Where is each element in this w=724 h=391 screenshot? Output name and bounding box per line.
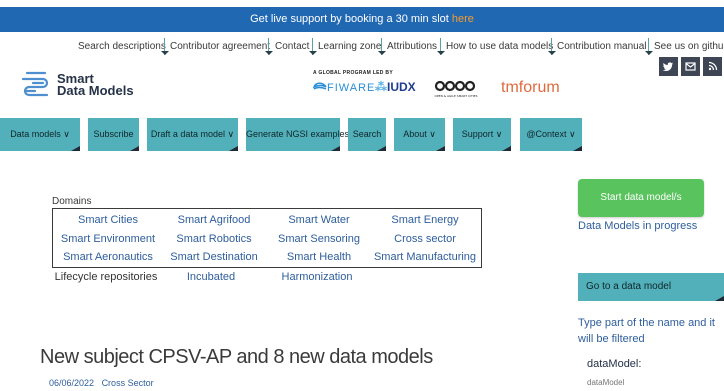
twitter-icon[interactable]	[659, 57, 678, 76]
nav-search[interactable]: Search	[348, 118, 386, 151]
main-nav: Data models ∨ Subscribe Draft a data mod…	[0, 118, 724, 154]
top-link-how-to-use[interactable]: How to use data models	[446, 41, 553, 52]
top-link-contributor-agreement[interactable]: Contributor agreement	[170, 41, 270, 52]
domain-smart-health[interactable]: Smart Health	[287, 251, 351, 263]
domain-smart-energy[interactable]: Smart Energy	[391, 214, 458, 226]
tmforum-logo[interactable]: tmforum	[501, 79, 560, 97]
top-link-search-descriptions[interactable]: Search descriptions	[78, 41, 166, 52]
domains-box: Smart Cities Smart Agrifood Smart Water …	[52, 208, 482, 268]
domain-smart-cities[interactable]: Smart Cities	[78, 214, 138, 226]
post-title[interactable]: New subject CPSV-AP and 8 new data model…	[40, 346, 433, 369]
data-model-field-label: dataModel:	[587, 358, 642, 370]
fiware-swirl-icon	[312, 82, 327, 90]
tmforum-text: tmforum	[501, 79, 560, 96]
domain-lifecycle-repositories[interactable]: Lifecycle repositories	[55, 271, 158, 283]
domain-smart-sensoring[interactable]: Smart Sensoring	[278, 233, 360, 245]
domain-smart-destination[interactable]: Smart Destination	[170, 251, 257, 263]
nav-data-models[interactable]: Data models ∨	[0, 118, 80, 151]
logo-wordmark[interactable]: Smart Data Models	[57, 72, 134, 98]
domain-smart-environment[interactable]: Smart Environment	[61, 233, 155, 245]
nav-support[interactable]: Support ∨	[453, 118, 511, 151]
program-label: A GLOBAL PROGRAM LED BY	[313, 70, 393, 76]
top-link-github[interactable]: See us on github	[654, 41, 724, 52]
oasc-logo[interactable]: OPEN & AGILE SMART CITIES	[434, 79, 478, 99]
domain-smart-manufacturing[interactable]: Smart Manufacturing	[374, 251, 476, 263]
domain-smart-water[interactable]: Smart Water	[288, 214, 349, 226]
smart-data-models-logo-icon[interactable]	[19, 69, 53, 100]
post-category[interactable]: Cross Sector	[102, 378, 154, 388]
domain-smart-agrifood[interactable]: Smart Agrifood	[178, 214, 251, 226]
iudx-dots-icon: ⁂	[375, 80, 387, 94]
domain-incubated[interactable]: Incubated	[187, 271, 235, 283]
top-link-learning-zone[interactable]: Learning zone	[318, 41, 381, 52]
domain-harmonization[interactable]: Harmonization	[282, 271, 353, 283]
iudx-text: IUDX	[387, 80, 416, 94]
go-to-data-model-heading: Go to a data model	[578, 273, 724, 301]
top-link-divider	[548, 38, 556, 55]
fiware-text: FIWARE	[327, 82, 376, 94]
banner-link[interactable]: here	[452, 13, 474, 25]
oasc-text: OPEN & AGILE SMART CITIES	[435, 94, 478, 98]
top-link-divider	[378, 38, 386, 55]
iudx-logo[interactable]: ⁂IUDX	[375, 80, 416, 94]
top-link-contribution-manual[interactable]: Contribution manual	[557, 41, 647, 52]
rss-icon[interactable]	[703, 57, 722, 76]
domain-cross-sector[interactable]: Cross sector	[394, 233, 456, 245]
nav-context[interactable]: @Context ∨	[520, 118, 582, 151]
top-link-contact[interactable]: Contact	[275, 41, 309, 52]
post-meta: 06/06/2022 Cross Sector	[49, 378, 154, 388]
data-model-search-input[interactable]	[587, 375, 707, 389]
post-date: 06/06/2022	[49, 378, 95, 388]
data-models-in-progress-link[interactable]: Data Models in progress	[578, 220, 697, 232]
nav-subscribe[interactable]: Subscribe	[88, 118, 139, 151]
nav-about[interactable]: About ∨	[394, 118, 445, 151]
nav-generate-ngsi-examples[interactable]: Generate NGSI examples ∨	[246, 118, 358, 151]
nav-draft-data-model[interactable]: Draft a data model ∨	[147, 118, 238, 151]
filter-hint: Type part of the name and it will be fil…	[578, 317, 715, 345]
top-link-divider	[437, 38, 445, 55]
top-link-attributions[interactable]: Attributions	[387, 41, 437, 52]
top-link-divider	[161, 38, 169, 55]
support-banner: Get live support by booking a 30 min slo…	[0, 7, 724, 32]
mail-icon[interactable]	[681, 57, 700, 76]
top-links-bar: Search descriptions Contributor agreemen…	[0, 38, 724, 56]
fiware-logo[interactable]: FIWARE	[312, 81, 376, 94]
banner-text: Get live support by booking a 30 min slo…	[250, 13, 452, 25]
clipped-heading-strip: ▁ ▁▁▁ ▁▁▁▁▁ ▁▁▁▁▁▁▁ ▁▁▁▁▁ ▁▁▁▁▁▁ ▁▁▁▁ ▁▁…	[0, 0, 724, 7]
start-data-model-button[interactable]: Start data model/s	[578, 179, 704, 217]
domains-title: Domains	[52, 196, 92, 207]
domain-smart-robotics[interactable]: Smart Robotics	[176, 233, 251, 245]
domain-smart-aeronautics[interactable]: Smart Aeronautics	[63, 251, 153, 263]
top-link-divider	[645, 38, 653, 55]
top-link-divider	[309, 38, 317, 55]
top-link-divider	[265, 38, 273, 55]
logo-line-2: Data Models	[57, 83, 134, 98]
